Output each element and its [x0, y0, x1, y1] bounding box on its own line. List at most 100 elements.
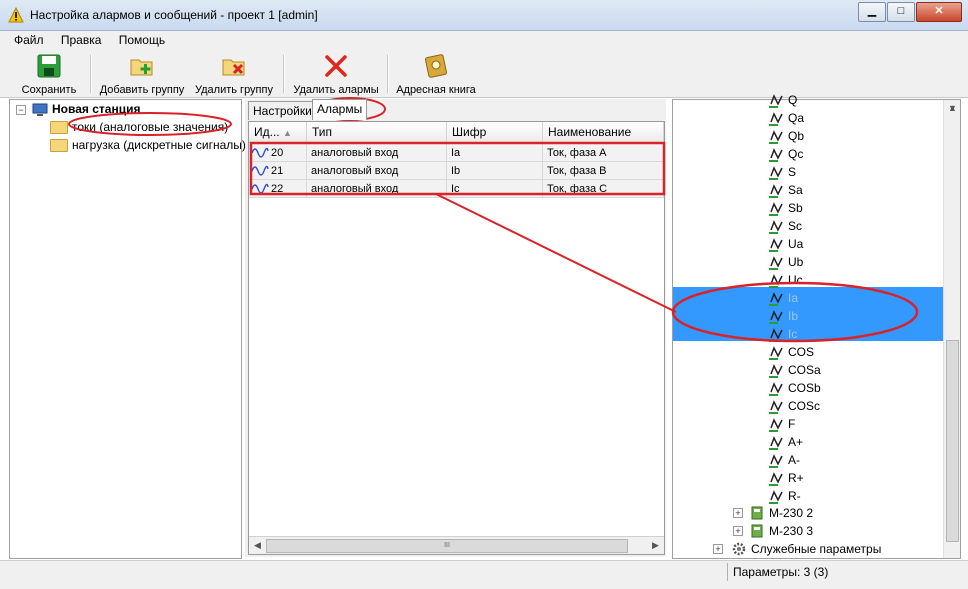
folder-add-icon — [130, 59, 153, 76]
signal-label: S — [788, 165, 797, 179]
cell-type: аналоговый вход — [307, 180, 447, 198]
signal-label: COS — [788, 345, 815, 359]
signal-item[interactable]: Ub — [673, 253, 943, 271]
signal-label: R+ — [788, 471, 804, 485]
signal-label: F — [788, 417, 796, 431]
signal-item[interactable]: COSc — [673, 397, 943, 415]
signal-item[interactable]: Qc — [673, 145, 943, 163]
device-label: M-230 3 — [769, 524, 814, 538]
scroll-down-icon[interactable]: ▼ — [944, 100, 961, 117]
table-row[interactable]: 22 аналоговый вход Ic Ток, фаза С — [249, 180, 664, 198]
cell-name: Ток, фаза А — [543, 144, 664, 162]
signal-item[interactable]: F — [673, 415, 943, 433]
cell-name: Ток, фаза С — [543, 180, 664, 198]
signal-item[interactable]: Qb — [673, 127, 943, 145]
signal-item[interactable]: S — [673, 163, 943, 181]
signal-item[interactable]: Ic — [673, 325, 943, 343]
minimize-button[interactable]: ▁ — [858, 2, 886, 22]
expand-toggle[interactable]: + — [713, 544, 723, 554]
group-label: токи (аналоговые значения) — [72, 120, 229, 134]
address-book-label: Адресная книга — [396, 84, 476, 96]
delete-group-button[interactable]: Удалить группу — [192, 51, 276, 96]
signal-item[interactable]: COSa — [673, 361, 943, 379]
device-item[interactable]: + M-230 3 — [673, 522, 943, 540]
signal-item[interactable]: Q — [673, 91, 943, 109]
signal-label: Qa — [788, 111, 805, 125]
signal-item[interactable]: Sc — [673, 217, 943, 235]
signal-item[interactable]: Ia — [673, 289, 943, 307]
meter-icon — [751, 506, 763, 520]
delete-icon — [325, 55, 347, 77]
signal-item[interactable]: Sa — [673, 181, 943, 199]
signal-item[interactable]: Ua — [673, 235, 943, 253]
signal-item[interactable]: Uc — [673, 271, 943, 289]
signal-icon — [769, 310, 783, 324]
signal-item[interactable]: R- — [673, 487, 943, 505]
add-group-button[interactable]: Добавить группу — [96, 51, 188, 96]
col-type[interactable]: Тип — [307, 122, 447, 142]
signal-label: Qc — [788, 147, 804, 161]
root-label: Новая станция — [52, 102, 141, 116]
signal-icon — [769, 238, 783, 252]
folder-icon — [50, 139, 68, 153]
signal-icon — [769, 328, 783, 342]
table-row[interactable]: 20 аналоговый вход Ia Ток, фаза А — [249, 144, 664, 162]
tree-item-group-2[interactable]: нагрузка (дискретные сигналы) — [50, 136, 246, 154]
cell-id: 21 — [249, 162, 307, 180]
col-name[interactable]: Наименование — [543, 122, 664, 142]
col-id[interactable]: Ид... ▲ — [249, 122, 307, 142]
signal-item[interactable]: COS — [673, 343, 943, 361]
status-bar: Параметры: 3 (3) — [0, 560, 968, 589]
signal-item[interactable]: Sb — [673, 199, 943, 217]
signal-item[interactable]: R+ — [673, 469, 943, 487]
service-params-item[interactable]: + Служебные параметры — [673, 540, 943, 558]
signal-label: Ua — [788, 237, 804, 251]
scroll-thumb[interactable]: III — [266, 539, 628, 553]
signal-icon — [769, 436, 783, 450]
sine-wave-icon — [251, 165, 269, 176]
signal-item[interactable]: Qa — [673, 109, 943, 127]
signal-label: R- — [788, 489, 801, 503]
meter-icon — [751, 524, 763, 538]
device-item[interactable]: + M-230 2 — [673, 504, 943, 522]
tab-alarms[interactable]: Алармы — [312, 99, 368, 120]
scroll-thumb[interactable] — [946, 340, 959, 542]
cell-code: Ic — [447, 180, 543, 198]
delete-alarms-button[interactable]: Удалить алармы — [290, 51, 382, 96]
menu-help[interactable]: Помощь — [119, 31, 165, 49]
col-code[interactable]: Шифр — [447, 122, 543, 142]
maximize-button[interactable]: □ — [887, 2, 915, 22]
signal-label: COSc — [788, 399, 821, 413]
close-button[interactable]: ✕ — [916, 2, 962, 22]
menu-file[interactable]: Файл — [14, 31, 44, 49]
address-book-icon — [424, 54, 448, 78]
signal-label: Sa — [788, 183, 803, 197]
tree-root[interactable]: Новая станция — [32, 100, 140, 118]
cell-id: 22 — [249, 180, 307, 198]
signal-item[interactable]: A+ — [673, 433, 943, 451]
signal-item[interactable]: Ib — [673, 307, 943, 325]
scroll-right-icon[interactable]: ▶ — [647, 537, 664, 554]
device-label: M-230 2 — [769, 506, 814, 520]
signal-item[interactable]: A- — [673, 451, 943, 469]
signal-icon — [769, 454, 783, 468]
tab-settings[interactable]: Настройки — [248, 101, 317, 120]
sine-wave-icon — [251, 147, 269, 158]
collapse-toggle[interactable]: − — [16, 105, 26, 115]
signal-item[interactable]: COSb — [673, 379, 943, 397]
expand-toggle[interactable]: + — [733, 508, 743, 518]
folder-delete-icon — [222, 59, 245, 76]
expand-toggle[interactable]: + — [733, 526, 743, 536]
table-row[interactable]: 21 аналоговый вход Ib Ток, фаза В — [249, 162, 664, 180]
signal-icon — [769, 292, 783, 306]
tree-item-group-1[interactable]: токи (аналоговые значения) — [50, 118, 228, 136]
save-button[interactable]: Сохранить — [14, 51, 84, 96]
delete-group-label: Удалить группу — [195, 84, 273, 96]
address-book-button[interactable]: Адресная книга — [392, 51, 480, 96]
horizontal-scrollbar[interactable]: ◀ ▶ III — [249, 536, 664, 554]
title-bar: Настройка алармов и сообщений - проект 1… — [0, 0, 968, 31]
scroll-left-icon[interactable]: ◀ — [249, 537, 266, 554]
vertical-scrollbar[interactable]: ▲ ▼ — [943, 100, 960, 558]
menu-edit[interactable]: Правка — [61, 31, 102, 49]
signal-label: Ib — [788, 309, 799, 323]
